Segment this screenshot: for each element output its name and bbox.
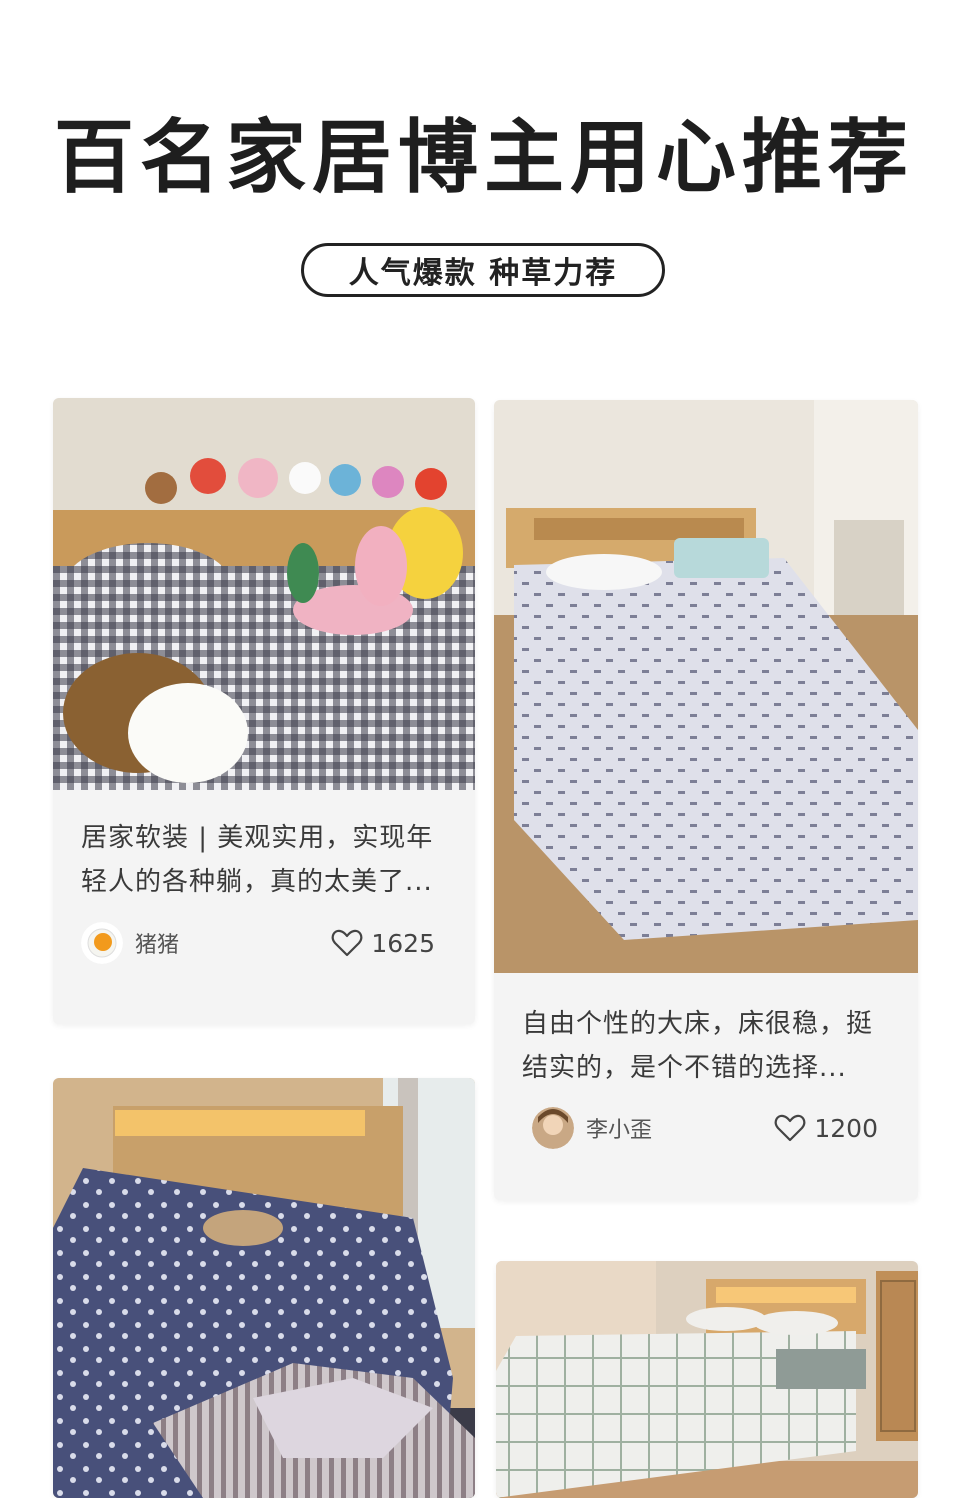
post-photo[interactable] [53,398,475,790]
post-card-2[interactable]: 自由个性的大床，床很稳，挺结实的，是个不错的选择... 李小歪 1200 [494,400,918,1200]
post-card-4[interactable] [496,1261,918,1498]
page-headline: 百名家居博主用心推荐 [54,111,914,204]
post-meta: 李小歪 1200 [532,1105,878,1151]
like-count: 1625 [371,928,435,958]
post-photo[interactable] [53,1078,475,1498]
heart-outline-icon [332,929,363,957]
like-button[interactable]: 1625 [331,929,435,958]
post-title: 自由个性的大床，床很稳，挺结实的，是个不错的选择... [522,1009,874,1083]
like-button[interactable]: 1200 [774,1114,878,1143]
post-card-1[interactable]: 居家软装 | 美观实用，实现年轻人的各种躺，真的太美了... 猪猪 1625 [53,398,475,1024]
post-card-3[interactable] [53,1078,475,1498]
avatar[interactable] [81,922,123,964]
post-photo[interactable] [496,1261,918,1498]
heart-outline-icon [775,1114,806,1142]
author-name[interactable]: 李小歪 [586,1112,774,1144]
post-meta: 猪猪 1625 [81,920,435,966]
like-count: 1200 [814,1113,878,1143]
tagline-pill: 人气爆款 种草力荐 [301,243,665,297]
avatar[interactable] [532,1107,574,1149]
post-photo[interactable] [494,400,918,973]
author-name[interactable]: 猪猪 [135,927,331,959]
post-title: 居家软装 | 美观实用，实现年轻人的各种躺，真的太美了... [81,823,434,897]
